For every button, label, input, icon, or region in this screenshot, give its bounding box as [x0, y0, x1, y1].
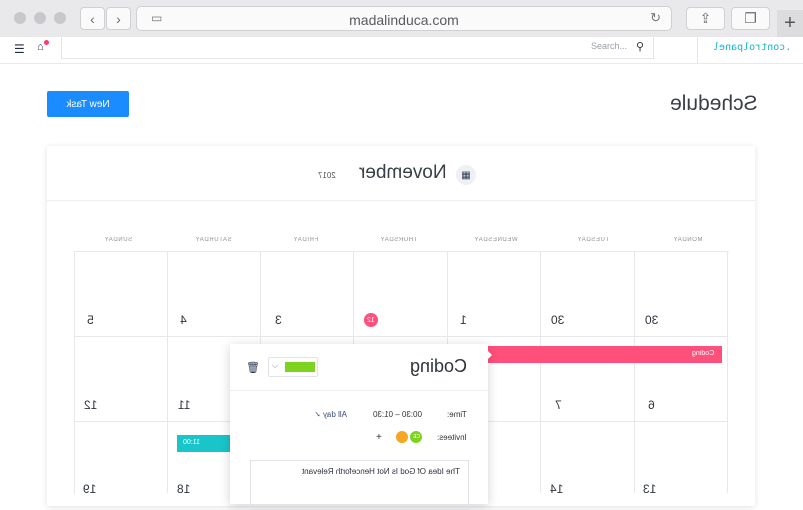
weekday-friday: FRIDAY	[293, 237, 319, 243]
share-icon: ⇪	[699, 10, 712, 26]
page-title: Schedule	[670, 92, 758, 115]
color-swatch	[285, 362, 315, 372]
grid-divider	[540, 251, 541, 493]
forward-button[interactable]: ›	[106, 7, 131, 30]
search-input[interactable]: Search... ⚲	[61, 37, 654, 59]
day-cell[interactable]: 7	[555, 398, 562, 412]
trash-icon[interactable]: 🗑	[246, 361, 260, 374]
app-topbar: Search... ⚲	[0, 37, 803, 64]
chevron-right-icon: ›	[116, 10, 121, 27]
weekday-thursday: THURSDAY	[380, 237, 418, 243]
invitee-avatar[interactable]	[396, 431, 408, 443]
tabs-button[interactable]: ❐	[731, 7, 770, 30]
window-minimize-button[interactable]	[34, 12, 46, 24]
day-cell[interactable]: 30	[551, 313, 564, 327]
weekday-tuesday: TUESDAY	[577, 237, 610, 243]
grid-divider	[167, 251, 168, 493]
popover-title: Coding	[410, 356, 468, 376]
calendar-year: 2017	[318, 171, 336, 180]
day-cell[interactable]: 4	[180, 313, 187, 327]
check-icon: ✓	[314, 410, 321, 419]
weekday-sunday: SUNDAY	[104, 237, 133, 243]
day-cell[interactable]: 14	[550, 482, 563, 496]
calendar-month: November	[359, 162, 447, 183]
day-cell[interactable]: 5	[87, 313, 94, 327]
day-cell[interactable]: 18	[177, 482, 190, 496]
day-cell[interactable]: 11	[178, 398, 190, 412]
weekday-wednesday: WEDNESDAY	[474, 237, 518, 243]
share-button[interactable]: ⇪	[686, 7, 725, 30]
grid-divider	[634, 251, 635, 493]
chevron-down-icon: ⌵	[272, 361, 279, 370]
new-tab-button[interactable]: +	[777, 10, 803, 37]
weekday-monday: MONDAY	[673, 237, 703, 243]
browser-toolbar: ‹ › ▭ madalinduca.com ↻ ⇪ ❐ +	[0, 0, 803, 38]
today-badge[interactable]: 12	[364, 313, 378, 327]
reload-icon[interactable]: ↻	[650, 10, 661, 26]
calendar-header: November 2017 ▦	[47, 146, 755, 201]
calendar-icon[interactable]: ▦	[456, 165, 476, 185]
day-cell[interactable]: 1	[460, 313, 467, 327]
all-day-toggle[interactable]: All day ✓	[314, 410, 347, 419]
search-placeholder: Search...	[590, 41, 627, 51]
chevron-left-icon: ‹	[90, 10, 95, 27]
event-popover: Coding 🗑 ⌵ Time: 00:30 – 01:30 All day ✓…	[230, 344, 488, 510]
day-cell[interactable]: 30	[645, 313, 658, 327]
tabs-icon: ❐	[744, 10, 757, 26]
add-invitee-button[interactable]: +	[376, 432, 382, 443]
time-value[interactable]: 00:30 – 01:30	[373, 410, 422, 419]
search-icon: ⚲	[635, 41, 644, 53]
notes-field[interactable]: The Idea Of God Is Not Henceforth Releva…	[250, 460, 469, 510]
address-bar[interactable]: ▭ madalinduca.com ↻	[136, 6, 672, 31]
grid-divider	[727, 251, 728, 493]
day-cell[interactable]: 13	[643, 482, 656, 496]
invitees-label: Invitees:	[437, 433, 467, 442]
brand-logo[interactable]: .controlpanel	[713, 42, 791, 53]
plus-icon: +	[784, 12, 796, 34]
invitee-avatar[interactable]: CE	[410, 431, 422, 443]
menu-icon[interactable]: ☰	[14, 42, 25, 56]
day-cell[interactable]: 3	[275, 313, 282, 327]
day-cell[interactable]: 6	[648, 398, 655, 412]
all-day-label: All day	[322, 410, 347, 419]
url-text: madalinduca.com	[349, 12, 459, 28]
day-cell[interactable]: 12	[84, 398, 97, 412]
grid-divider	[74, 336, 728, 337]
new-task-button[interactable]: New Task	[47, 91, 129, 117]
popover-arrow	[486, 349, 492, 361]
window-zoom-button[interactable]	[54, 12, 66, 24]
back-button[interactable]: ‹	[80, 7, 105, 30]
window-close-button[interactable]	[14, 12, 26, 24]
popover-header: Coding 🗑 ⌵	[230, 344, 488, 391]
brand-divider	[697, 37, 698, 63]
weekday-saturday: SATURDAY	[195, 237, 232, 243]
notification-dot	[44, 40, 49, 45]
event-coding[interactable]: Coding	[488, 346, 722, 363]
color-select[interactable]: ⌵	[268, 357, 318, 377]
day-cell[interactable]: 19	[83, 482, 96, 496]
time-label: Time:	[447, 410, 467, 419]
